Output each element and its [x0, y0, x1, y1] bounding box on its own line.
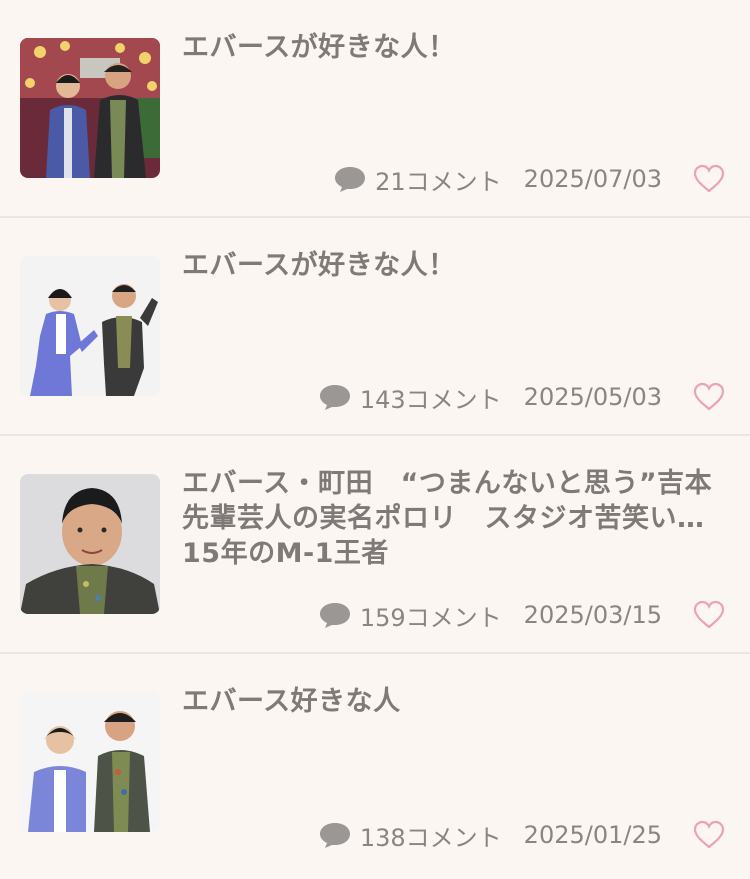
favorite-button[interactable] — [692, 164, 726, 194]
favorite-button[interactable] — [692, 382, 726, 412]
post-thumbnail[interactable] — [20, 256, 160, 396]
favorite-button[interactable] — [692, 820, 726, 850]
list-item[interactable]: エバースが好きな人！ 21コメント 2025/07/03 — [0, 0, 750, 218]
list-item[interactable]: エバースが好きな人！ 143コメント 2025/05/03 — [0, 218, 750, 436]
post-title[interactable]: エバース・町田 “つまんないと思う”吉本先輩芸人の実名ポロリ スタジオ苦笑い…1… — [182, 466, 727, 571]
heart-outline-icon — [693, 164, 725, 193]
speech-bubble-icon — [333, 165, 367, 193]
heart-outline-icon — [693, 820, 725, 849]
post-thumbnail[interactable] — [20, 38, 160, 178]
post-meta: 159コメント 2025/03/15 — [318, 598, 726, 632]
post-list: エバースが好きな人！ 21コメント 2025/07/03 エバースが好きな人！ … — [0, 0, 750, 879]
comment-count: 21コメント — [375, 167, 502, 196]
post-title[interactable]: エバースが好きな人！ — [182, 248, 727, 283]
standing-photo-image — [20, 692, 160, 832]
stage-photo-image — [20, 38, 160, 178]
post-date: 2025/07/03 — [523, 165, 662, 193]
list-item[interactable]: エバース好きな人 138コメント 2025/01/25 — [0, 654, 750, 872]
heart-outline-icon — [693, 382, 725, 411]
speech-bubble-icon — [318, 383, 352, 411]
post-date: 2025/03/15 — [523, 601, 662, 629]
post-title[interactable]: エバースが好きな人！ — [182, 30, 727, 65]
comment-count: 159コメント — [359, 603, 502, 632]
post-meta: 138コメント 2025/01/25 — [318, 818, 726, 852]
posing-photo-image — [20, 256, 160, 396]
post-date: 2025/01/25 — [523, 821, 662, 849]
list-item[interactable]: エバース・町田 “つまんないと思う”吉本先輩芸人の実名ポロリ スタジオ苦笑い…1… — [0, 436, 750, 654]
post-thumbnail[interactable] — [20, 474, 160, 614]
post-meta: 143コメント 2025/05/03 — [318, 380, 726, 414]
heart-outline-icon — [693, 600, 725, 629]
comment-count: 138コメント — [359, 823, 502, 852]
speech-bubble-icon — [318, 821, 352, 849]
speech-bubble-icon — [318, 601, 352, 629]
portrait-photo-image — [20, 474, 160, 614]
post-thumbnail[interactable] — [20, 692, 160, 832]
post-meta: 21コメント 2025/07/03 — [333, 162, 726, 196]
favorite-button[interactable] — [692, 600, 726, 630]
post-date: 2025/05/03 — [523, 383, 662, 411]
comment-count: 143コメント — [359, 385, 502, 414]
post-title[interactable]: エバース好きな人 — [182, 684, 727, 719]
